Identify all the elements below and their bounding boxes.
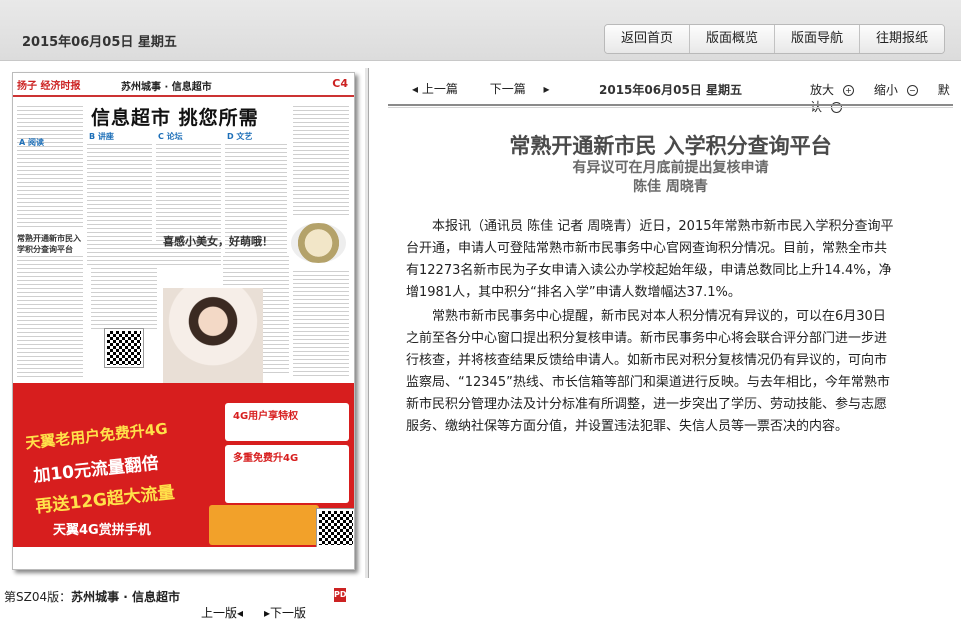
- article-author: 陈佳 周晓青: [633, 179, 708, 195]
- page-code: 第SZ04版：: [4, 590, 72, 604]
- zoom-out-button[interactable]: 缩小 −: [874, 83, 926, 97]
- col-label-a: A 阅读: [19, 138, 44, 147]
- ad-box-2-label: 多重免费升4G: [233, 453, 299, 464]
- page-name[interactable]: 苏州城事 · 信息超市: [71, 590, 180, 604]
- girl-feature-title: 喜感小美女，好萌哦！: [163, 235, 273, 248]
- article-paragraph: 本报讯（通讯员 陈佳 记者 周晓青）近日，2015年常熟市新市民入学积分查询平台…: [406, 219, 894, 300]
- newspaper-page-number: C4: [332, 77, 348, 90]
- ad-footer: [13, 547, 354, 569]
- girl-photo: [163, 288, 263, 383]
- plus-icon: +: [843, 85, 855, 96]
- top-bar: 2015年06月05日 星期五 返回首页 版面概览 版面导航 往期报纸: [0, 0, 961, 61]
- text-column: [293, 268, 349, 378]
- page-label: 第SZ04版：苏州城事 · 信息超市: [4, 588, 180, 605]
- page-navigation-button[interactable]: 版面导航: [775, 25, 860, 53]
- ad-box-2: 多重免费升4G: [225, 445, 349, 503]
- text-column: [17, 253, 83, 378]
- zoom-in-label: 放大: [810, 83, 835, 97]
- article-date: 2015年06月05日 星期五: [599, 83, 742, 97]
- newspaper-masthead: 扬子 经济时报 苏州城事 · 信息超市 C4: [13, 73, 354, 97]
- home-button[interactable]: 返回首页: [605, 25, 690, 53]
- zoom-out-label: 缩小: [873, 83, 898, 97]
- prev-article-label: 上一篇: [421, 82, 458, 96]
- text-column: [91, 241, 157, 331]
- nav-button-group: 返回首页 版面概览 版面导航 往期报纸: [604, 24, 945, 54]
- prev-page-label: 上一版: [201, 606, 238, 620]
- ad-box-1-label: 4G用户享特权: [233, 411, 299, 422]
- article-subtitle: 有异议可在月底前提出复核申请: [572, 160, 769, 176]
- side-article-title: 常熟开通新市民入学积分查询平台: [17, 234, 81, 254]
- col-label-c: C 论坛: [158, 132, 183, 141]
- prev-page-link[interactable]: 上一版◂: [201, 604, 243, 621]
- newspaper-headline: 信息超市 挑您所需: [91, 107, 259, 129]
- zoom-in-button[interactable]: 放大 +: [810, 83, 862, 97]
- col-label-b: B 讲座: [89, 132, 114, 141]
- next-article-label: 下一篇: [489, 82, 526, 96]
- panel-divider: [368, 68, 369, 578]
- article-paragraph: 常熟市新市民事务中心提醒，新市民对本人积分情况有异议的，可以在6月30日之前至各…: [406, 309, 890, 434]
- article-title: 常熟开通新市民 入学积分查询平台: [509, 133, 832, 158]
- issue-date: 2015年06月05日 星期五: [22, 35, 177, 50]
- article-top-rule-shadow: [388, 107, 953, 108]
- ad-qr-code-icon: [316, 508, 354, 548]
- zoom-controls: 放大+ 缩小− 默认: [810, 81, 961, 115]
- qr-code-icon: [104, 328, 144, 368]
- newspaper-brand: 扬子 经济时报: [17, 81, 81, 92]
- next-page-label: 下一版: [270, 606, 307, 620]
- ad-line-4: 天翼4G赏拼手机: [53, 523, 151, 538]
- text-column: [17, 103, 83, 228]
- pdf-icon[interactable]: PDF: [334, 588, 352, 602]
- next-article-link[interactable]: 下一篇 ▸: [490, 82, 550, 96]
- ad-box-1: 4G用户享特权: [225, 403, 349, 441]
- text-column: [293, 103, 349, 218]
- minus-icon: −: [906, 85, 918, 96]
- food-photo: [291, 223, 346, 263]
- article-body: 本报讯（通讯员 陈佳 记者 周晓青）近日，2015年常熟市新市民入学积分查询平台…: [406, 216, 894, 440]
- ad-box-3: [209, 505, 319, 545]
- article-top-rule: [388, 104, 953, 106]
- past-issues-button[interactable]: 往期报纸: [860, 25, 944, 53]
- prev-article-link[interactable]: ◂ 上一篇: [412, 82, 472, 96]
- col-label-d: D 文艺: [227, 132, 253, 141]
- article-nav: ◂ 上一篇 下一篇 ▸: [412, 80, 564, 97]
- next-page-link[interactable]: ▸下一版: [264, 604, 306, 621]
- newspaper-section: 苏州城事 · 信息超市: [121, 82, 212, 93]
- page-overview-button[interactable]: 版面概览: [690, 25, 775, 53]
- newspaper-page-image[interactable]: 扬子 经济时报 苏州城事 · 信息超市 C4 信息超市 挑您所需 A 阅读 B …: [12, 72, 355, 570]
